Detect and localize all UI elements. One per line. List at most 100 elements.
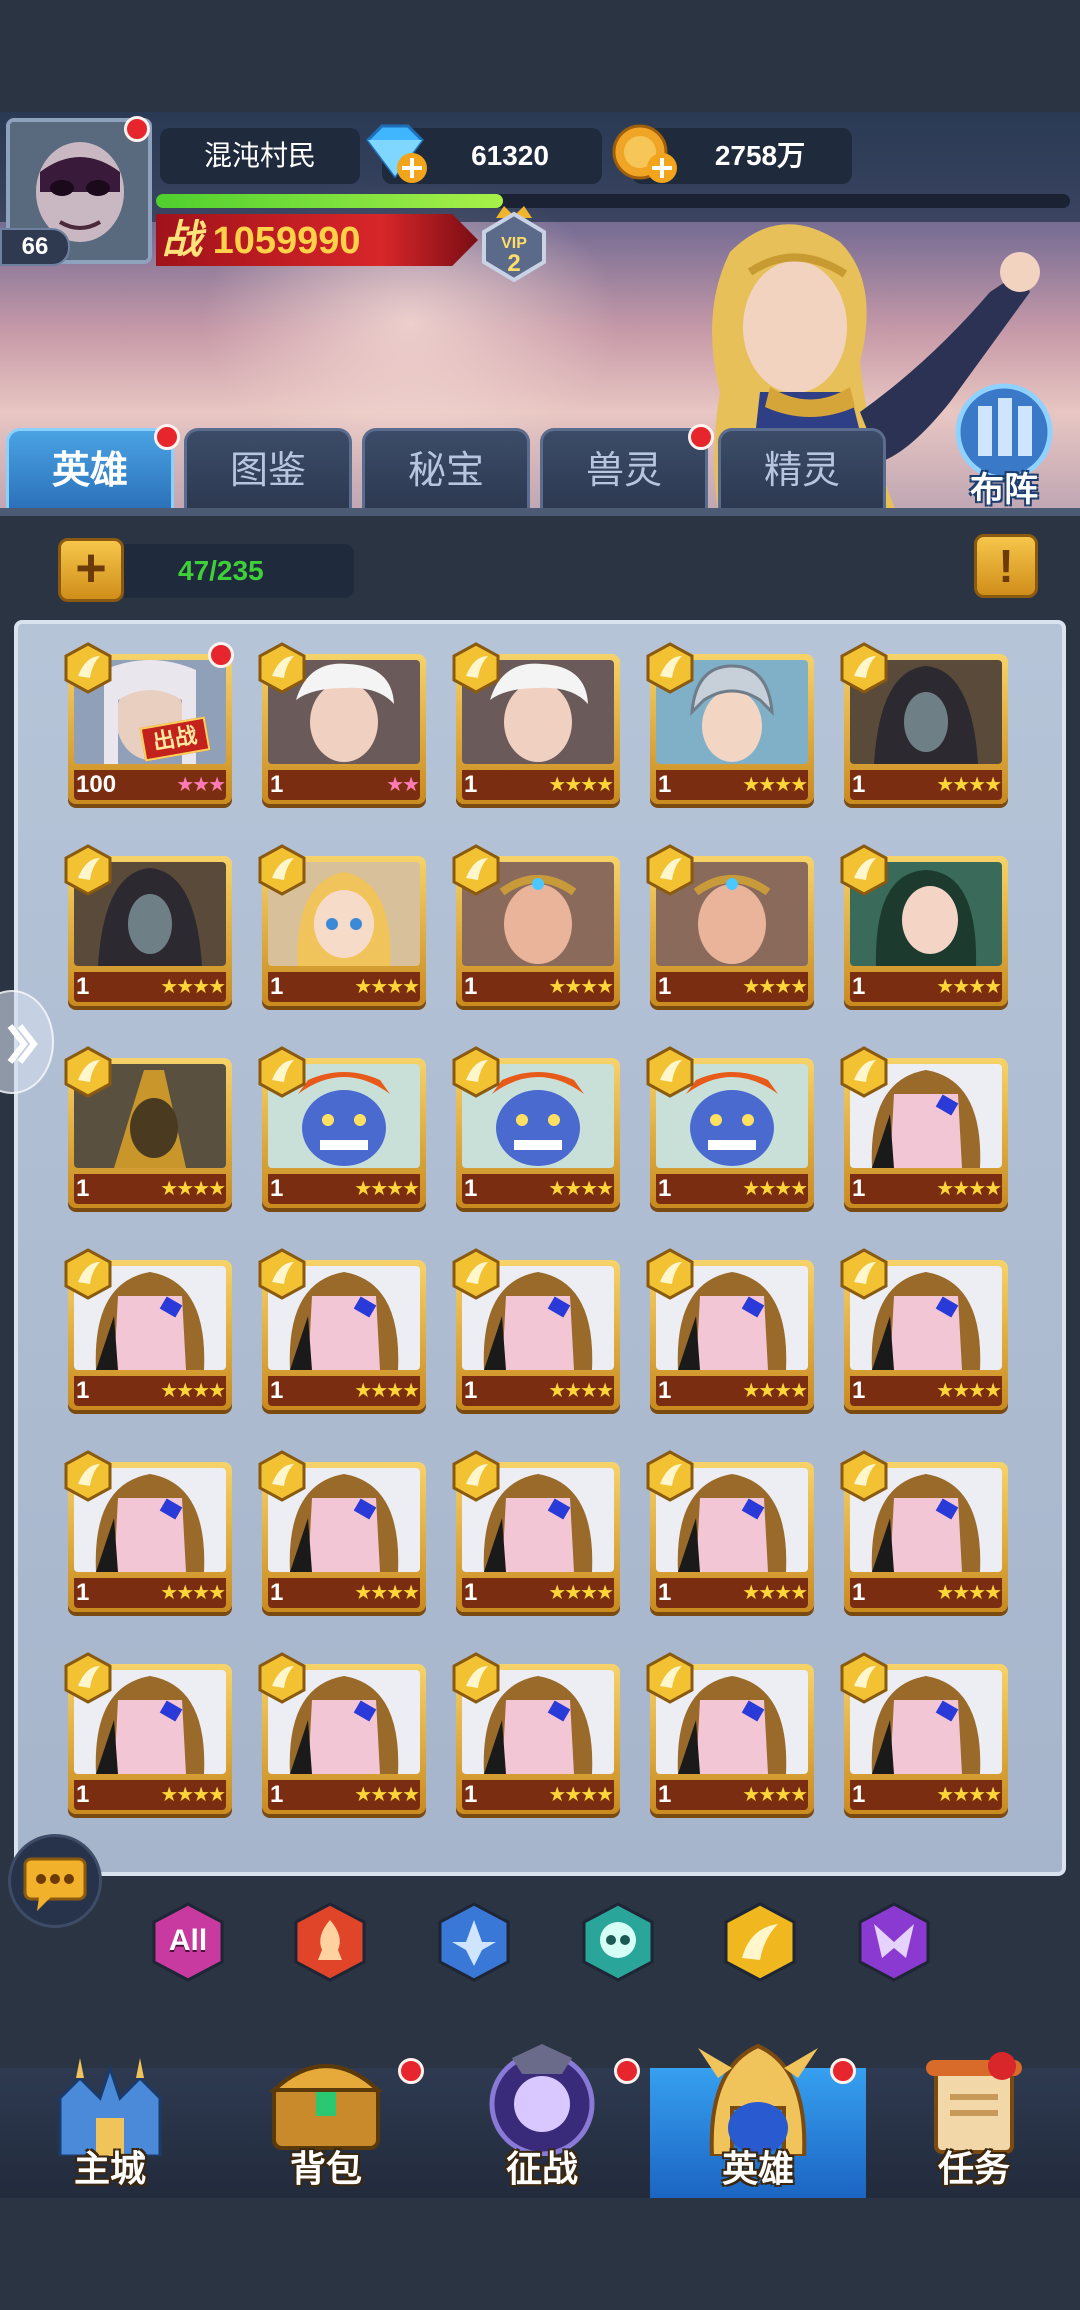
bottom-system-area: [0, 2198, 1080, 2310]
hero-level: 1: [852, 973, 866, 1000]
tab-1[interactable]: 图鉴: [184, 428, 352, 512]
hero-stars: ★★★★: [936, 1380, 1002, 1402]
combat-power: 战 1059990: [156, 214, 478, 266]
hero-card[interactable]: 1 ★★: [258, 642, 426, 806]
hero-card[interactable]: 1 ★★★★: [64, 844, 232, 1008]
diamond-value: 61320: [471, 140, 549, 171]
hero-stars: ★★★★: [354, 1178, 420, 1200]
hero-stars: ★★★★: [548, 1380, 614, 1402]
filter-fire-button[interactable]: [290, 1902, 370, 1982]
hero-card[interactable]: 1 ★★★★: [646, 1450, 814, 1614]
hero-card[interactable]: 1 ★★★★: [646, 1046, 814, 1210]
hero-card[interactable]: 1 ★★★★: [258, 1652, 426, 1816]
hero-card[interactable]: 1 ★★★★: [258, 1450, 426, 1614]
expand-capacity-button[interactable]: +: [58, 538, 124, 602]
player-level: 66: [0, 228, 70, 266]
castle-icon: [40, 2038, 180, 2158]
hero-card[interactable]: 1 ★★★★: [452, 1248, 620, 1412]
hero-card[interactable]: 100 ★★★ 出战: [64, 642, 234, 806]
hero-capacity: 47/235: [124, 544, 354, 598]
nav-chest-button[interactable]: 背包: [218, 2038, 434, 2198]
helmet-icon: [688, 2038, 828, 2158]
hero-stars: ★★★★: [354, 1784, 420, 1806]
hero-card[interactable]: 1 ★★★★: [840, 1046, 1008, 1210]
hero-level: 1: [464, 1175, 478, 1202]
hero-card[interactable]: 1 ★★★★: [64, 1046, 232, 1210]
hero-level: 1: [464, 1781, 478, 1808]
tab-label: 精灵: [763, 450, 840, 492]
hero-stars: ★★★★: [548, 774, 614, 796]
player-name[interactable]: 混沌村民: [160, 128, 360, 184]
hero-level: 1: [658, 1781, 672, 1808]
side-expand-button[interactable]: [0, 990, 54, 1094]
hero-card[interactable]: 1 ★★★★: [452, 844, 620, 1008]
hero-card[interactable]: 1 ★★★★: [452, 1450, 620, 1614]
hero-card[interactable]: 1 ★★★★: [840, 1248, 1008, 1412]
hero-card[interactable]: 1 ★★★★: [258, 1248, 426, 1412]
hero-card[interactable]: 1 ★★★★: [646, 1248, 814, 1412]
vip-badge[interactable]: VIP 2: [478, 204, 550, 283]
nav-label: 英雄: [721, 2148, 794, 2189]
hero-level: 1: [270, 1377, 284, 1404]
tab-3[interactable]: 兽灵: [540, 428, 708, 512]
hero-class-wind-icon: [838, 1046, 890, 1098]
filter-skull-button[interactable]: [578, 1902, 658, 1982]
hero-card[interactable]: 1 ★★★★: [840, 1652, 1008, 1816]
filter-dark-icon: [858, 1902, 930, 1982]
hero-level: 1: [464, 973, 478, 1000]
chat-button[interactable]: [8, 1834, 102, 1928]
filter-dark-button[interactable]: [854, 1902, 934, 1982]
hero-card[interactable]: 1 ★★★★: [646, 642, 814, 806]
hero-level: 1: [270, 973, 284, 1000]
nav-helmet-button[interactable]: 英雄: [650, 2038, 866, 2198]
hero-stars: ★★★★: [354, 976, 420, 998]
filter-all-button[interactable]: All: [148, 1902, 228, 1982]
filter-water-button[interactable]: [434, 1902, 514, 1982]
filter-water-icon: [438, 1902, 510, 1982]
hero-class-wind-icon: [256, 1450, 308, 1502]
hero-level: 1: [270, 1175, 284, 1202]
hero-card[interactable]: 1 ★★★★: [64, 1652, 232, 1816]
tab-label: 图鉴: [229, 450, 306, 492]
tab-underline: [0, 508, 1080, 516]
hero-card[interactable]: 1 ★★★★: [840, 642, 1008, 806]
hero-class-wind-icon: [644, 844, 696, 896]
tab-2[interactable]: 秘宝: [362, 428, 530, 512]
hero-card[interactable]: 1 ★★★★: [452, 642, 620, 806]
tab-label: 秘宝: [407, 450, 484, 492]
hero-level: 1: [852, 1579, 866, 1606]
tab-notification-dot: [154, 424, 180, 450]
hero-card[interactable]: 1 ★★★★: [64, 1248, 232, 1412]
hero-card[interactable]: 1 ★★★★: [258, 844, 426, 1008]
hero-stars: ★★★★: [742, 1784, 808, 1806]
hero-card[interactable]: 1 ★★★★: [840, 1450, 1008, 1614]
hero-class-wind-icon: [62, 1046, 114, 1098]
hero-class-wind-icon: [450, 1046, 502, 1098]
tab-4[interactable]: 精灵: [718, 428, 886, 512]
diamond-plus-icon[interactable]: [360, 122, 430, 188]
filter-skull-icon: [582, 1902, 654, 1982]
nav-scroll-button[interactable]: 任务: [866, 2038, 1080, 2198]
hero-stars: ★★★★: [354, 1380, 420, 1402]
info-button[interactable]: !: [974, 534, 1038, 598]
filter-wind-button[interactable]: [720, 1902, 800, 1982]
hero-level: 1: [76, 1579, 90, 1606]
hero-level: 1: [658, 973, 672, 1000]
hero-card[interactable]: 1 ★★★★: [646, 1652, 814, 1816]
hero-card[interactable]: 1 ★★★★: [646, 844, 814, 1008]
tab-0[interactable]: 英雄: [6, 428, 174, 512]
nav-castle-button[interactable]: 主城: [2, 2038, 218, 2198]
hero-card[interactable]: 1 ★★★★: [64, 1450, 232, 1614]
hero-level: 1: [270, 771, 284, 798]
hero-card[interactable]: 1 ★★★★: [840, 844, 1008, 1008]
hero-class-wind-icon: [256, 1652, 308, 1704]
hero-card[interactable]: 1 ★★★★: [258, 1046, 426, 1210]
hero-level: 1: [76, 1781, 90, 1808]
scroll-icon: [904, 2038, 1044, 2156]
formation-button[interactable]: 布阵: [944, 380, 1064, 512]
nav-portal-button[interactable]: 征战: [434, 2038, 650, 2198]
hero-card[interactable]: 1 ★★★★: [452, 1652, 620, 1816]
chevron-right-icon: [7, 1024, 38, 1064]
hero-card[interactable]: 1 ★★★★: [452, 1046, 620, 1210]
gold-plus-icon[interactable]: [610, 122, 680, 188]
